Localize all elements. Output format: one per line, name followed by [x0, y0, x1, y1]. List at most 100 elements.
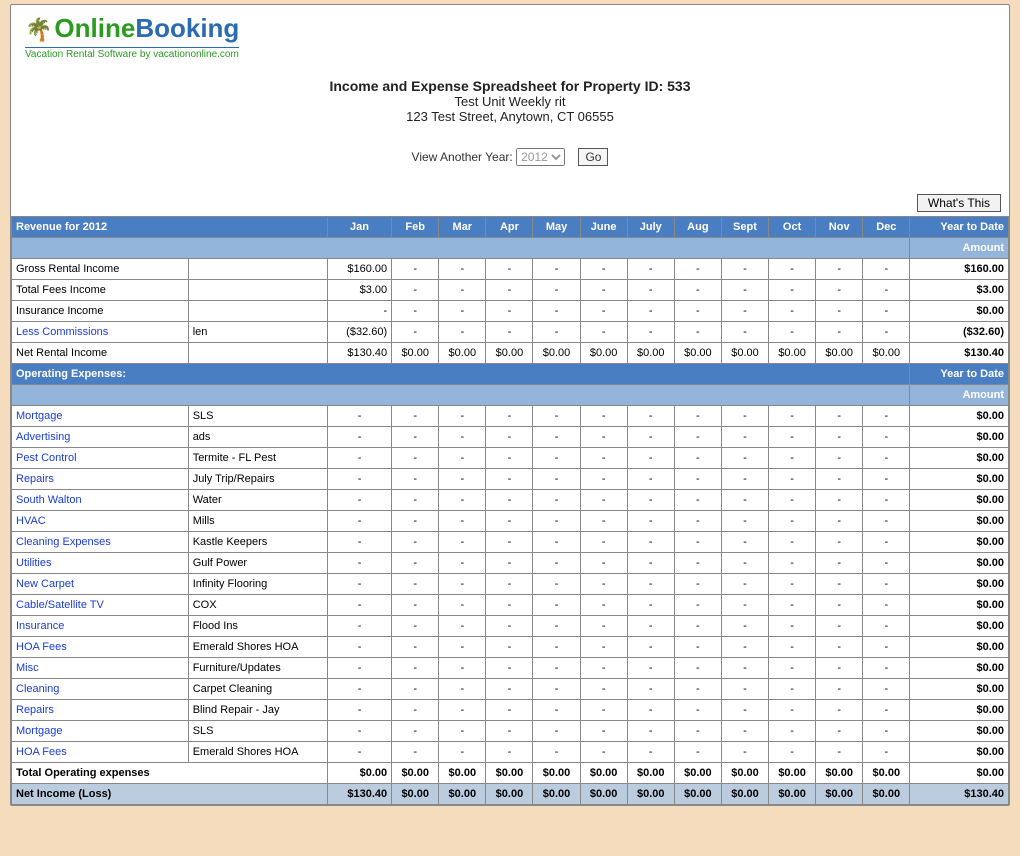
value-cell: $0.00	[863, 343, 910, 364]
expense-link[interactable]: Advertising	[16, 431, 70, 443]
expense-link[interactable]: Insurance	[16, 620, 64, 632]
expense-link[interactable]: HVAC	[16, 515, 46, 527]
value-cell: -	[816, 322, 863, 343]
expense-link[interactable]: Repairs	[16, 473, 54, 485]
year-select[interactable]: 2012	[516, 148, 565, 166]
value-cell: -	[674, 721, 721, 742]
month-header: Oct	[769, 217, 816, 238]
expense-link[interactable]: Misc	[16, 662, 39, 674]
value-cell: $0.00	[721, 784, 768, 805]
value-cell: -	[769, 700, 816, 721]
row-label: Repairs	[12, 700, 189, 721]
expense-link[interactable]: Mortgage	[16, 410, 62, 422]
value-cell: -	[580, 406, 627, 427]
row-label: Cleaning	[12, 679, 189, 700]
ytd-cell: ($32.60)	[910, 322, 1009, 343]
expense-link[interactable]: Cleaning	[16, 683, 59, 695]
value-cell: -	[439, 574, 486, 595]
value-cell: -	[486, 301, 533, 322]
value-cell: $0.00	[721, 343, 768, 364]
amount-header: Amount	[910, 238, 1009, 259]
month-header: Sept	[721, 217, 768, 238]
value-cell: -	[674, 742, 721, 763]
value-cell: -	[392, 280, 439, 301]
value-cell: -	[392, 616, 439, 637]
value-cell: $0.00	[721, 763, 768, 784]
expense-link[interactable]: Repairs	[16, 704, 54, 716]
value-cell: -	[327, 406, 391, 427]
vendor-cell	[188, 280, 327, 301]
value-cell: -	[674, 280, 721, 301]
value-cell: $0.00	[327, 763, 391, 784]
value-cell: -	[580, 427, 627, 448]
value-cell: -	[863, 700, 910, 721]
expense-link[interactable]: Pest Control	[16, 452, 77, 464]
expense-link[interactable]: South Walton	[16, 494, 82, 506]
ytd-cell: $0.00	[910, 406, 1009, 427]
value-cell: -	[816, 679, 863, 700]
value-cell: -	[486, 658, 533, 679]
value-cell: -	[769, 511, 816, 532]
value-cell: -	[627, 301, 674, 322]
value-cell: -	[580, 532, 627, 553]
expense-link[interactable]: Cleaning Expenses	[16, 536, 111, 548]
ytd-cell: $0.00	[910, 595, 1009, 616]
go-button[interactable]: Go	[578, 148, 608, 166]
row-label: Total Fees Income	[12, 280, 189, 301]
expense-link[interactable]: HOA Fees	[16, 641, 67, 653]
expense-link[interactable]: Cable/Satellite TV	[16, 599, 104, 611]
value-cell: -	[486, 595, 533, 616]
value-cell: -	[674, 322, 721, 343]
value-cell: -	[769, 616, 816, 637]
value-cell: -	[392, 595, 439, 616]
vendor-cell: Termite - FL Pest	[188, 448, 327, 469]
vendor-cell: Flood Ins	[188, 616, 327, 637]
value-cell: -	[863, 280, 910, 301]
value-cell: -	[392, 406, 439, 427]
value-cell: -	[580, 637, 627, 658]
value-cell: $0.00	[627, 343, 674, 364]
value-cell: -	[769, 532, 816, 553]
value-cell: -	[580, 511, 627, 532]
vendor-cell: Mills	[188, 511, 327, 532]
value-cell: -	[627, 469, 674, 490]
ytd-cell: $0.00	[910, 301, 1009, 322]
row-label: New Carpet	[12, 574, 189, 595]
value-cell: -	[627, 595, 674, 616]
value-cell: -	[392, 574, 439, 595]
value-cell: -	[721, 742, 768, 763]
month-header: June	[580, 217, 627, 238]
value-cell: $130.40	[327, 343, 391, 364]
vendor-cell: Emerald Shores HOA	[188, 742, 327, 763]
ytd-cell: $0.00	[910, 658, 1009, 679]
value-cell: -	[327, 490, 391, 511]
expense-link[interactable]: Utilities	[16, 557, 51, 569]
value-cell: -	[674, 511, 721, 532]
vendor-cell	[188, 343, 327, 364]
whats-this-button[interactable]: What's This	[917, 194, 1001, 212]
value-cell: -	[580, 595, 627, 616]
expense-link[interactable]: HOA Fees	[16, 746, 67, 758]
value-cell: -	[327, 511, 391, 532]
value-cell: -	[816, 490, 863, 511]
value-cell: -	[439, 490, 486, 511]
value-cell: $0.00	[439, 784, 486, 805]
ytd-cell: $0.00	[910, 616, 1009, 637]
value-cell: -	[816, 742, 863, 763]
property-name: Test Unit Weekly rit	[11, 94, 1009, 109]
row-link[interactable]: Less Commissions	[16, 326, 108, 338]
value-cell: -	[580, 280, 627, 301]
value-cell: -	[580, 721, 627, 742]
palm-icon: 🌴	[25, 17, 52, 42]
value-cell: -	[816, 616, 863, 637]
ytd-cell: $0.00	[910, 427, 1009, 448]
value-cell: -	[439, 679, 486, 700]
value-cell: -	[816, 721, 863, 742]
ytd-cell: $0.00	[910, 511, 1009, 532]
value-cell: -	[486, 322, 533, 343]
ytd-cell: $0.00	[910, 637, 1009, 658]
vendor-cell: SLS	[188, 406, 327, 427]
expense-link[interactable]: New Carpet	[16, 578, 74, 590]
value-cell: -	[580, 616, 627, 637]
expense-link[interactable]: Mortgage	[16, 725, 62, 737]
